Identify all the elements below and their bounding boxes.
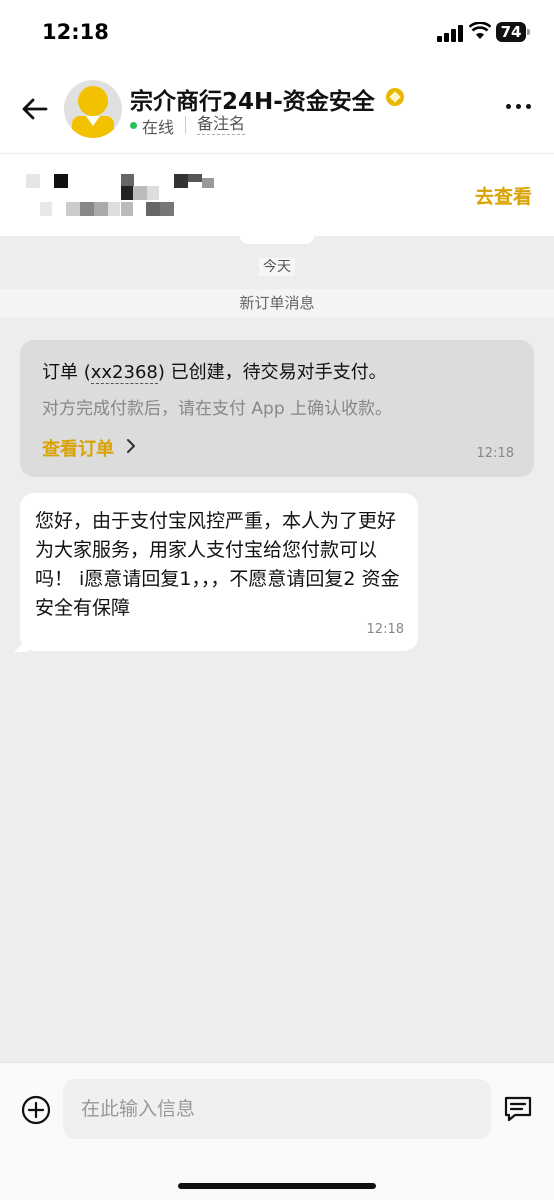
message-bubble[interactable]: 您好，由于支付宝风控严重，本人为了更好为大家服务，用家人支付宝给您付款可以吗！ … — [20, 493, 418, 651]
battery-icon: 74 — [496, 22, 530, 42]
add-attachment-icon[interactable] — [21, 1095, 51, 1125]
banner-collapse-handle[interactable] — [240, 236, 314, 244]
order-card-time: 12:18 — [476, 446, 514, 461]
go-see-link[interactable]: 去查看 — [475, 182, 532, 209]
system-notice: 新订单消息 — [0, 289, 554, 318]
listing-banner: 去查看 — [0, 154, 554, 236]
view-order-button[interactable]: 查看订单 — [42, 435, 114, 461]
order-title: 订单 (xx2368) 已创建，待交易对手支付。 — [42, 362, 387, 384]
wifi-icon — [469, 22, 491, 39]
more-options-icon[interactable] — [506, 104, 532, 110]
order-card: 订单 (xx2368) 已创建，待交易对手支付。 对方完成付款后，请在支付 Ap… — [20, 340, 534, 477]
back-arrow-icon[interactable] — [20, 94, 50, 124]
message-input[interactable] — [63, 1079, 491, 1139]
contact-name: 宗介商行24H-资金安全 — [130, 89, 375, 115]
chat-header: 宗介商行24H-资金安全 在线 备注名 — [0, 66, 554, 154]
order-id[interactable]: xx2368 — [90, 362, 158, 384]
status-bar: 12:18 74 — [0, 0, 554, 66]
divider — [185, 116, 186, 134]
input-bar — [0, 1062, 554, 1200]
verified-badge-icon — [386, 88, 404, 106]
avatar[interactable] — [64, 80, 122, 138]
cellular-signal-icon — [437, 24, 463, 42]
quick-reply-icon[interactable] — [503, 1095, 533, 1123]
chevron-right-icon[interactable] — [124, 437, 138, 455]
message-text: 您好，由于支付宝风控严重，本人为了更好为大家服务，用家人支付宝给您付款可以吗！ … — [35, 510, 400, 619]
online-status-label: 在线 — [142, 118, 175, 137]
status-time: 12:18 — [42, 20, 109, 44]
online-status-dot — [130, 122, 137, 129]
message-time: 12:18 — [366, 622, 404, 637]
date-separator: 今天 — [0, 256, 554, 276]
home-indicator[interactable] — [178, 1183, 376, 1189]
pixelated-image — [26, 174, 216, 218]
date-label: 今天 — [259, 258, 295, 276]
battery-level: 74 — [496, 22, 526, 42]
order-description: 对方完成付款后，请在支付 App 上确认收款。 — [42, 399, 393, 419]
remark-name-button[interactable]: 备注名 — [197, 114, 246, 135]
